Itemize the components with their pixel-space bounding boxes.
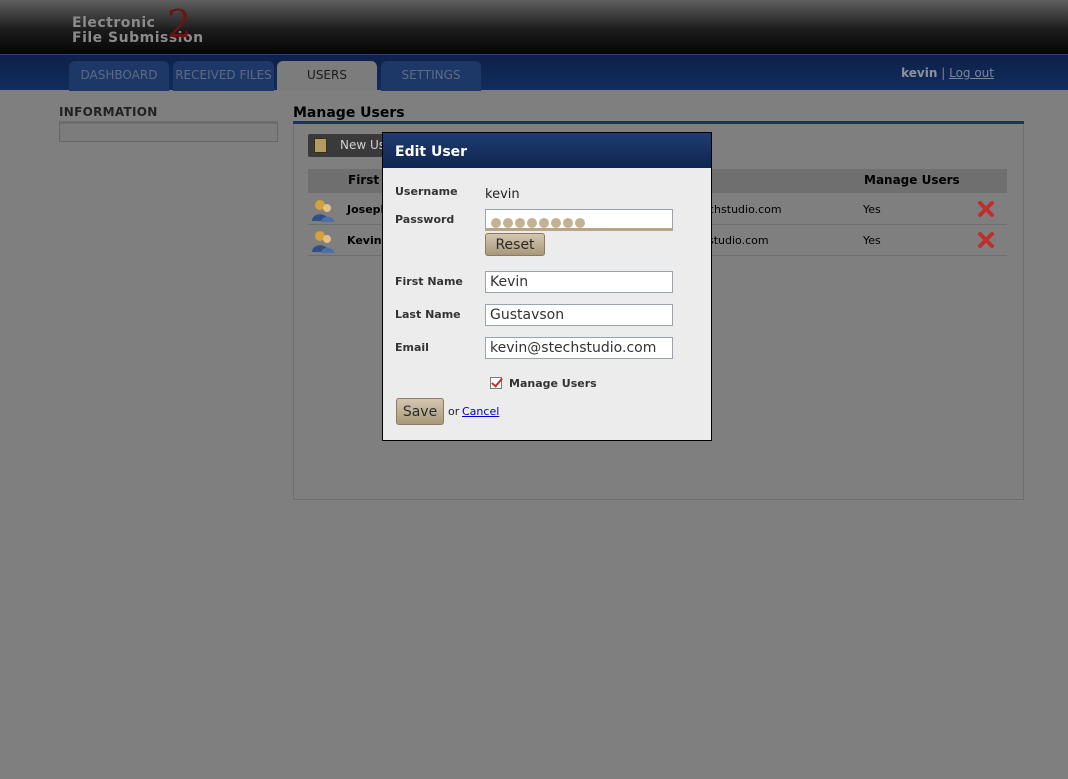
new-user-label: New Us	[340, 138, 386, 152]
password-mask-dot	[539, 218, 549, 228]
password-mask-dot	[575, 218, 585, 228]
email-field[interactable]	[485, 337, 673, 359]
app-logo[interactable]: Electronic File Submission 2	[72, 4, 204, 46]
row-email: studio.com	[708, 234, 769, 247]
manage-users-checkbox[interactable]	[490, 377, 502, 389]
logout-link[interactable]: Log out	[949, 66, 994, 80]
current-username: kevin	[901, 66, 938, 80]
sidebar-title: INFORMATION	[59, 105, 158, 119]
logo-mark: 2	[167, 2, 192, 46]
tab-received-files[interactable]: RECEIVED FILES	[173, 61, 274, 91]
username-label: Username	[395, 185, 458, 198]
username-value: kevin	[485, 187, 520, 202]
email-label: Email	[395, 341, 429, 354]
row-manage-users: Yes	[863, 203, 881, 216]
first-name-field[interactable]	[485, 271, 673, 293]
page-title: Manage Users	[293, 105, 405, 121]
password-mask-dot	[515, 218, 525, 228]
dialog-title[interactable]: Edit User	[383, 133, 711, 168]
row-manage-users: Yes	[863, 234, 881, 247]
first-name-label: First Name	[395, 275, 463, 288]
user-avatar-icon	[312, 231, 334, 253]
nav-bar: DASHBOARD RECEIVED FILES USERS SETTINGS …	[0, 54, 1068, 91]
manage-users-label: Manage Users	[509, 377, 597, 390]
user-separator: |	[941, 66, 946, 80]
password-mask-dot	[503, 218, 513, 228]
or-text: or	[448, 405, 460, 418]
edit-user-dialog: Edit User Username kevin Password Reset …	[382, 132, 712, 441]
column-manage-users[interactable]: Manage Users	[864, 173, 960, 187]
save-button[interactable]: Save	[396, 398, 444, 425]
reset-button[interactable]: Reset	[485, 233, 545, 256]
information-box	[59, 121, 278, 142]
cancel-link[interactable]: Cancel	[462, 405, 499, 418]
delete-icon[interactable]	[977, 200, 995, 218]
password-mask-dot	[527, 218, 537, 228]
password-field[interactable]	[485, 209, 673, 231]
new-user-icon	[314, 138, 327, 153]
user-area: kevin | Log out	[901, 66, 994, 80]
row-email: chstudio.com	[708, 203, 782, 216]
password-mask-dot	[551, 218, 561, 228]
row-first-name: Kevin	[347, 234, 382, 247]
tab-users[interactable]: USERS	[277, 61, 377, 91]
tab-dashboard[interactable]: DASHBOARD	[69, 61, 169, 91]
tab-settings[interactable]: SETTINGS	[381, 61, 481, 91]
last-name-label: Last Name	[395, 308, 461, 321]
password-label: Password	[395, 213, 455, 226]
last-name-field[interactable]	[485, 304, 673, 326]
password-mask-dot	[491, 218, 501, 228]
user-avatar-icon	[312, 200, 334, 222]
header-bar: Electronic File Submission 2	[0, 0, 1068, 54]
delete-icon[interactable]	[977, 231, 995, 249]
password-mask-dot	[563, 218, 573, 228]
